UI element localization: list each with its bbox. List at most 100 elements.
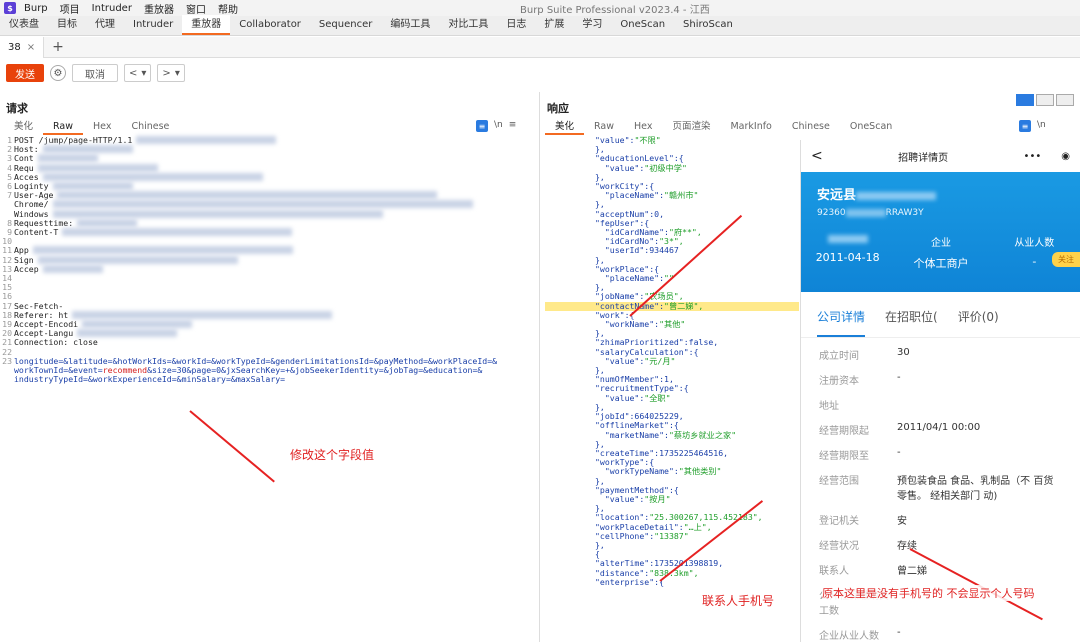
response-line: "cellPhone": "13387" <box>545 531 799 541</box>
tab-reviews[interactable]: 评价(0) <box>958 308 999 337</box>
request-pane: 请求 美化 Raw Hex Chinese ≡ \n ≡ 1 POST /jump… <box>0 92 540 642</box>
response-line: "value": "全职" <box>545 393 799 403</box>
response-line: "marketName": "蔡坊乡就业之家" <box>545 429 799 440</box>
tab-raw[interactable]: Raw <box>584 119 624 135</box>
request-line: Windows <box>0 209 540 219</box>
repeater-tab-label: 38 <box>8 41 21 53</box>
tab-chinese[interactable]: Chinese <box>782 119 840 135</box>
json-value: "不限" <box>634 135 661 145</box>
wrap-icon[interactable]: ≡ <box>1019 120 1031 132</box>
annotation-modify-field: 修改这个字段值 <box>290 448 375 462</box>
response-line: "value": "不限" <box>545 135 799 145</box>
info-label: 企业从业人数 <box>819 631 879 642</box>
body-line: industryTypeId=&workExperienceId=&minSal… <box>14 374 286 385</box>
menu-icon[interactable]: ≡ <box>509 120 517 132</box>
info-row: 地址 <box>801 392 1080 417</box>
close-icon[interactable]: × <box>27 42 35 53</box>
more-icon[interactable]: ••• <box>1024 151 1042 162</box>
menu-window[interactable]: 窗口 <box>186 1 206 16</box>
request-title: 请求 <box>6 102 28 115</box>
line-number: 7 <box>7 190 12 201</box>
menu-project[interactable]: 项目 <box>60 1 80 16</box>
json-key: "workTypeName": <box>595 466 679 477</box>
info-label: 注册资本 <box>819 376 859 387</box>
target-icon[interactable]: ◉ <box>1061 151 1070 162</box>
response-editor[interactable]: "value": "不限"}, "educationLevel":{ "value"… <box>541 135 799 642</box>
main-tab-13[interactable]: ShiroScan <box>674 15 742 35</box>
main-tab-3[interactable]: Intruder <box>124 15 182 35</box>
layout-toggle[interactable] <box>1016 94 1074 106</box>
main-tab-4[interactable]: 重放器 <box>182 15 231 35</box>
company-name: 安远县 <box>817 184 937 203</box>
menu-help[interactable]: 帮助 <box>218 1 238 16</box>
mobile-nav-bar: < 招聘详情页 ••• ◉ <box>801 140 1080 172</box>
send-button[interactable]: 发送 <box>6 64 44 82</box>
json-key: "marketName": <box>595 429 669 440</box>
tab-onescan[interactable]: OneScan <box>840 119 902 135</box>
menu-repeater[interactable]: 重放器 <box>144 1 174 16</box>
request-editor[interactable]: 1 POST /jump/page-HTTP/1.1 2 Host: 3 Cont 4 Req… <box>0 135 540 642</box>
request-editor-icons: ≡ \n ≡ <box>476 120 516 132</box>
mobile-preview: < 招聘详情页 ••• ◉ 安远县 92360 RRAW3Y 2011-04-18… <box>800 140 1080 642</box>
info-row: 成立时间 30 <box>801 342 1080 367</box>
tab-hex[interactable]: Hex <box>624 119 662 135</box>
info-value: 安 <box>897 516 907 527</box>
info-label: 经营范围 <box>819 476 859 487</box>
tab-markinfo[interactable]: MarkInfo <box>720 119 781 135</box>
main-tab-5[interactable]: Collaborator <box>230 15 310 35</box>
wrap-icon[interactable]: ≡ <box>476 120 488 132</box>
response-line: }, <box>545 172 799 182</box>
main-tab-10[interactable]: 扩展 <box>535 15 573 35</box>
main-tab-12[interactable]: OneScan <box>611 15 674 35</box>
tab-pretty[interactable]: 美化 <box>545 119 585 135</box>
company-credit-code: 92360 RRAW3Y <box>817 208 924 218</box>
request-line: 2 Host: <box>0 144 540 154</box>
json-value: "曾二娣", <box>664 300 704 311</box>
layout-horizontal-icon[interactable] <box>1036 94 1054 106</box>
tab-company-details[interactable]: 公司详情 <box>817 308 866 337</box>
tab-chinese[interactable]: Chinese <box>121 119 179 135</box>
menu-burp[interactable]: Burp <box>24 3 48 14</box>
add-tab-icon[interactable]: + <box>52 39 64 55</box>
main-tab-8[interactable]: 对比工具 <box>439 15 497 35</box>
request-line: 4 Requ <box>0 163 540 173</box>
history-forward-button[interactable]: > ▾ <box>157 64 185 82</box>
main-tab-0[interactable]: 仪表盘 <box>0 15 48 35</box>
request-line: 5 Acces <box>0 172 540 182</box>
history-back-button[interactable]: < ▾ <box>124 64 152 82</box>
request-line: 21 Connection: close <box>0 338 540 347</box>
info-row: 经营期限至 - <box>801 442 1080 467</box>
main-tab-7[interactable]: 编码工具 <box>381 15 439 35</box>
tab-raw[interactable]: Raw <box>43 119 83 135</box>
follow-button[interactable]: 关注 <box>1052 252 1080 267</box>
cancel-button[interactable]: 取消 <box>72 64 118 82</box>
main-tab-11[interactable]: 学习 <box>573 15 611 35</box>
newline-icon[interactable]: \n <box>1037 120 1046 132</box>
info-value: - <box>897 627 901 638</box>
layout-split-icon[interactable] <box>1016 94 1034 106</box>
response-line: "workTypeName": "其他类别" <box>545 467 799 476</box>
newline-icon[interactable]: \n <box>494 120 503 132</box>
request-line: 7 User-Age <box>0 191 540 200</box>
main-tab-1[interactable]: 目标 <box>48 15 86 35</box>
request-body: 23 longitude=&latitude=&hotWorkIds=&workI… <box>2 355 498 385</box>
tab-open-positions[interactable]: 在招职位( <box>885 308 938 337</box>
json-value: "其他" <box>659 319 686 330</box>
main-tab-2[interactable]: 代理 <box>86 15 124 35</box>
info-value: 预包装食品 食品、乳制品（不 百货零售。 经相关部门 动) <box>897 476 1054 502</box>
request-line: 18 Referer: ht <box>0 310 540 320</box>
request-line: Chrome/ <box>0 200 540 209</box>
layout-tabs-icon[interactable] <box>1056 94 1074 106</box>
tab-render[interactable]: 页面渲染 <box>662 119 720 135</box>
repeater-tab-38[interactable]: 38 × <box>0 36 45 58</box>
main-tab-9[interactable]: 日志 <box>497 15 535 35</box>
request-line: 12 Sign <box>0 255 540 265</box>
main-tab-6[interactable]: Sequencer <box>310 15 381 35</box>
tab-hex[interactable]: Hex <box>83 119 121 135</box>
tab-pretty[interactable]: 美化 <box>4 119 43 135</box>
gear-icon[interactable]: ⚙ <box>50 65 66 81</box>
back-icon[interactable]: < <box>811 148 823 164</box>
request-line: 9 Content-T <box>0 227 540 237</box>
menu-intruder[interactable]: Intruder <box>92 3 132 14</box>
stat-type: 企业 个体工商户 <box>913 238 969 270</box>
